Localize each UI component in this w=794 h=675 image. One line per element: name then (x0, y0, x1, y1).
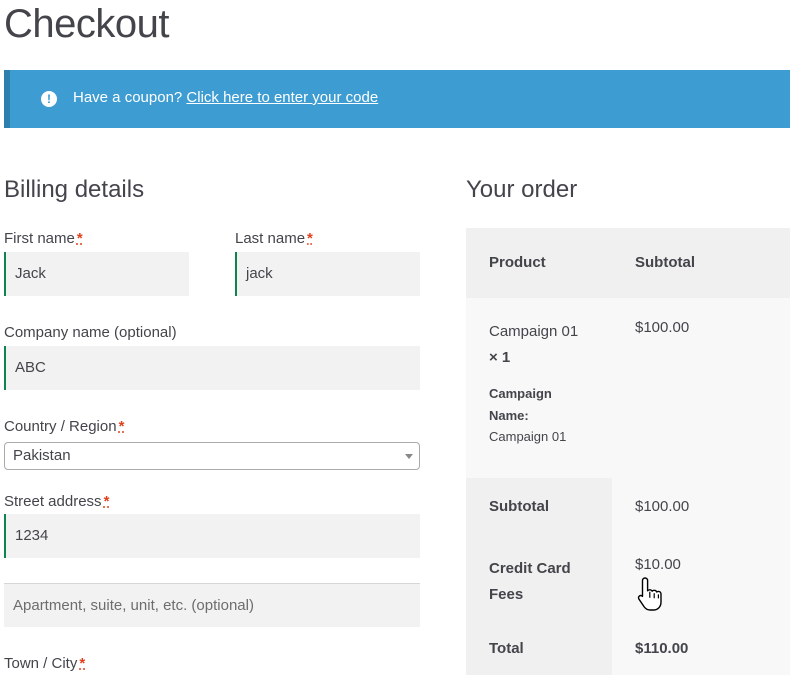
street-address-label-text: Street address (4, 493, 102, 510)
item-name-text: Campaign 01 (489, 323, 579, 340)
country-label: Country / Region * (4, 418, 124, 435)
required-mark: * (118, 418, 125, 435)
order-review-table: Product Subtotal Campaign 01 × 1 Campaig… (466, 228, 790, 675)
credit-card-fee-value: $10.00 (635, 556, 681, 573)
item-price: $100.00 (635, 319, 690, 336)
last-name-label-text: Last name (235, 230, 306, 247)
country-label-text: Country / Region (4, 418, 117, 435)
total-label: Total (489, 640, 524, 657)
credit-card-fee-label: Credit Card Fees (489, 560, 571, 603)
required-mark: * (103, 493, 110, 510)
company-name-label: Company name (optional) (4, 324, 177, 341)
town-city-label-text: Town / City (4, 655, 78, 672)
total-value: $110.00 (635, 640, 689, 657)
company-name-field[interactable]: ABC (4, 346, 420, 390)
first-name-field[interactable]: Jack (4, 252, 189, 296)
exclamation-circle-icon: ! (41, 91, 57, 107)
last-name-label: Last name * (235, 230, 313, 247)
subtotal-label: Subtotal (489, 498, 549, 515)
street-address-field[interactable]: 1234 (4, 514, 420, 558)
country-selected-value: Pakistan (13, 447, 71, 464)
column-header-subtotal: Subtotal (635, 254, 695, 271)
item-quantity: × 1 (489, 349, 511, 366)
page-title: Checkout (4, 2, 169, 46)
enter-coupon-link[interactable]: Click here to enter your code (186, 89, 378, 106)
street-address-label: Street address * (4, 493, 109, 510)
chevron-down-icon (405, 454, 413, 459)
coupon-notice: ! Have a coupon? Click here to enter you… (4, 70, 790, 128)
first-name-label-text: First name (4, 230, 75, 247)
first-name-label: First name * (4, 230, 83, 247)
required-mark: * (76, 230, 83, 247)
item-name: Campaign 01 × 1 (489, 319, 599, 371)
item-meta-value: Campaign 01 (489, 429, 567, 444)
coupon-notice-text: Have a coupon? Click here to enter your … (73, 89, 378, 106)
hand-pointer-cursor-icon (637, 577, 662, 611)
required-mark: * (79, 655, 86, 672)
town-city-label: Town / City * (4, 655, 85, 672)
subtotal-value: $100.00 (635, 498, 690, 515)
street-address-line2-field[interactable]: Apartment, suite, unit, etc. (optional) (4, 583, 420, 627)
last-name-field[interactable]: jack (235, 252, 420, 296)
your-order-heading: Your order (466, 176, 578, 203)
column-header-product: Product (489, 254, 546, 271)
required-mark: * (307, 230, 313, 247)
billing-details-heading: Billing details (4, 176, 145, 203)
item-meta-label: Campaign Name: (489, 386, 552, 423)
country-select[interactable]: Pakistan (4, 442, 420, 470)
coupon-notice-label: Have a coupon? (73, 89, 183, 106)
